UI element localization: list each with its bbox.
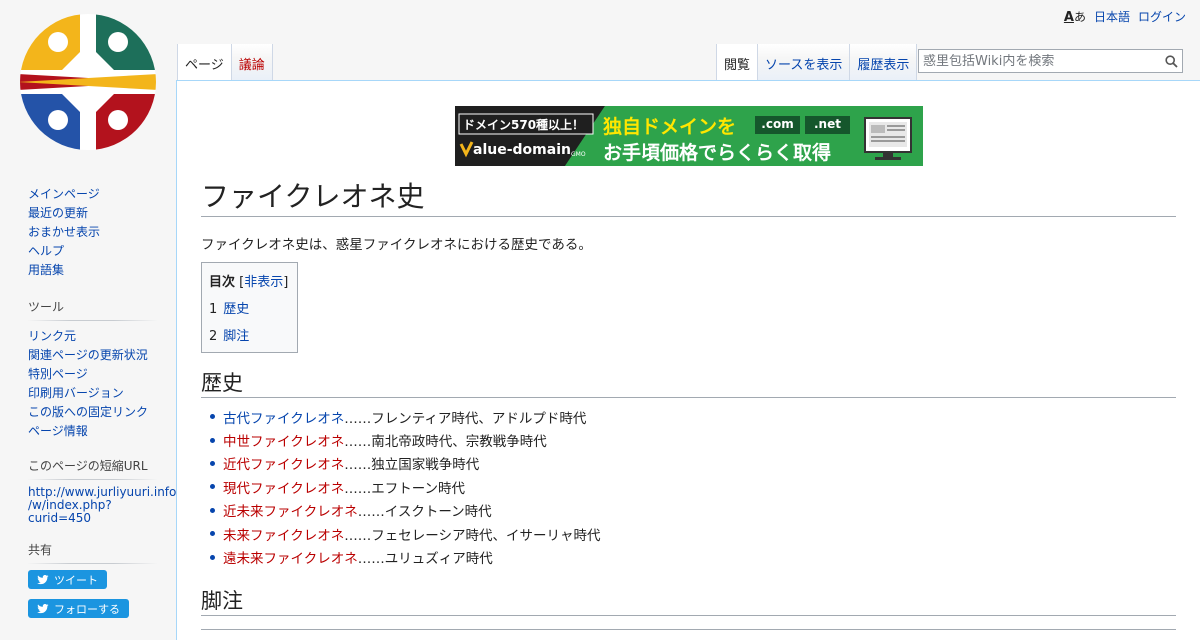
search-input[interactable] [919,53,1160,69]
list-item: 現代ファイクレオネ ……エフトーン時代 [201,475,600,498]
history-link[interactable]: 近代ファイクレオネ [223,453,344,473]
history-list: 古代ファイクレオネ ……フレンティア時代、アドルプド時代 中世ファイクレオネ ……南… [201,405,600,569]
tab-talk[interactable]: 議論 [230,44,273,80]
bullet-icon [210,554,215,560]
sidebar-heading-tools: ツール [28,298,157,321]
search-box [918,49,1183,73]
sidebar-item-related-changes[interactable]: 関連ページの更新状況 [28,346,157,365]
history-link[interactable]: 遠未来ファイクレオネ [223,547,358,567]
banner-subtext: お手頃価格でらくらく取得 [603,142,832,164]
bullet-icon [210,531,215,537]
advertisement-banner[interactable]: ドメイン570種以上！ 独自ドメインを .com .net alue-domai… [455,106,923,166]
sidebar-item-main-page[interactable]: メインページ [28,185,157,204]
list-item: 中世ファイクレオネ ……南北帝政時代、宗教戦争時代 [201,428,600,451]
bullet-icon [210,414,215,420]
banner-tld-net: .net [814,117,841,131]
list-item: 未来ファイクレオネ ……フェセレーシア時代、イサーリャ時代 [201,522,600,545]
main-content: ドメイン570種以上！ 独自ドメインを .com .net alue-domai… [176,80,1200,640]
banner-headline: 独自ドメインを [603,116,737,138]
follow-button[interactable]: フォローする [28,599,129,618]
login-link[interactable]: ログイン [1138,8,1186,25]
page-title: ファイクレオネ史 [201,178,1176,217]
banner-brand-suffix: GMO [571,151,586,158]
follow-button-row: フォローする [28,599,157,618]
history-link[interactable]: 中世ファイクレオネ [223,430,344,450]
section-heading-history: 歴史 [201,369,1176,398]
toc-toggle-close-bracket: ] [283,275,289,290]
tab-page[interactable]: ページ [177,44,231,80]
bullet-icon [210,484,215,490]
sidebar-item-permalink[interactable]: この版への固定リンク [28,403,157,422]
sidebar-heading-share: 共有 [28,541,157,564]
toc-title: 目次 [209,275,236,290]
sidebar-item-printable[interactable]: 印刷用バージョン [28,384,157,403]
sidebar-shorturl: このページの短縮URL http://www.jurliyuuri.info /… [28,457,176,525]
bullet-icon [210,460,215,466]
tab-view-source[interactable]: ソースを表示 [757,44,850,80]
site-logo[interactable] [18,12,158,152]
list-item: 古代ファイクレオネ ……フレンティア時代、アドルプド時代 [201,405,600,428]
bullet-icon [210,507,215,513]
banner-brand: alue-domain [473,142,571,158]
view-tabs: 閲覧 ソースを表示 履歴表示 [716,44,918,80]
namespace-tabs: ページ 議論 [177,44,273,80]
twitter-bird-icon [37,603,49,613]
tab-history[interactable]: 履歴表示 [849,44,918,80]
bullet-icon [210,437,215,443]
twitter-bird-icon [37,574,49,584]
tweet-button[interactable]: ツイート [28,570,107,589]
sidebar-item-glossary[interactable]: 用語集 [28,261,157,280]
toc-item-notes[interactable]: 2 脚注 [209,325,290,344]
table-of-contents: 目次 [非表示] 1 歴史 2 脚注 [201,262,298,353]
list-item: 近未来ファイクレオネ ……イスクトーン時代 [201,499,600,522]
toc-hide-toggle[interactable]: 非表示 [244,275,283,290]
sidebar-item-random[interactable]: おまかせ表示 [28,223,157,242]
history-link[interactable]: 古代ファイクレオネ [223,407,344,427]
sidebar-heading-shorturl: このページの短縮URL [28,457,157,480]
toc-header: 目次 [非表示] [209,271,290,290]
toc-item-history[interactable]: 1 歴史 [209,298,290,317]
list-item: 遠未来ファイクレオネ ……ユリュズィア時代 [201,545,600,568]
sidebar-item-what-links-here[interactable]: リンク元 [28,327,157,346]
sidebar-tools: ツール リンク元 関連ページの更新状況 特別ページ 印刷用バージョン この版への… [28,298,157,441]
language-link[interactable]: 日本語 [1094,8,1130,25]
history-link[interactable]: 近未来ファイクレオネ [223,500,358,520]
history-link[interactable]: 現代ファイクレオネ [223,477,344,497]
sidebar: メインページ 最近の更新 おまかせ表示 ヘルプ 用語集 ツール リンク元 関連ペ… [0,180,176,618]
personal-tools: Aあ 日本語 ログイン [1064,8,1186,25]
tab-read[interactable]: 閲覧 [716,44,758,80]
banner-tld-com: .com [761,117,794,131]
banner-badge-text: ドメイン570種以上！ [463,118,585,132]
sidebar-item-help[interactable]: ヘルプ [28,242,157,261]
history-link[interactable]: 未来ファイクレオネ [223,524,344,544]
short-url-link[interactable]: http://www.jurliyuuri.info /w/index.php?… [28,486,176,525]
list-item: 近代ファイクレオネ ……独立国家戦争時代 [201,452,600,475]
sidebar-item-special-pages[interactable]: 特別ページ [28,365,157,384]
sidebar-share: 共有 ツイート フォローする [28,541,157,618]
sidebar-item-recent-changes[interactable]: 最近の更新 [28,204,157,223]
intro-paragraph: ファイクレオネ史は、惑星ファイクレオネにおける歴史である。 [201,237,592,253]
section-heading-notes: 脚注 [201,587,1176,616]
tweet-button-row: ツイート [28,570,157,589]
sidebar-navigation: メインページ 最近の更新 おまかせ表示 ヘルプ 用語集 [28,185,157,280]
language-icon[interactable]: Aあ [1064,8,1086,25]
sidebar-item-page-info[interactable]: ページ情報 [28,422,157,441]
search-icon[interactable] [1160,50,1182,72]
